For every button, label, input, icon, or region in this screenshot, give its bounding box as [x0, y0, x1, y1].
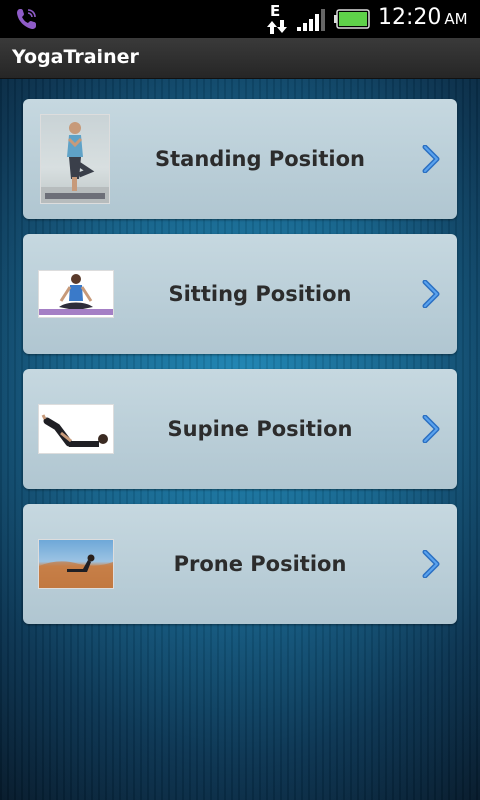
data-arrows-icon: [267, 20, 287, 34]
sitting-position-thumbnail: [38, 270, 114, 318]
action-bar: YogaTrainer: [0, 38, 480, 79]
clock-time: 12:20: [378, 5, 442, 30]
supine-pose-figure: [41, 414, 108, 447]
supine-position-item[interactable]: Supine Position: [23, 369, 457, 489]
chevron-right-icon: [422, 415, 440, 443]
prone-position-thumbnail: [38, 539, 114, 589]
supine-position-thumbnail: [38, 404, 114, 454]
data-network-icon: E: [264, 2, 290, 36]
network-type-label: E: [270, 2, 281, 20]
viber-icon: [17, 9, 36, 29]
signal-strength-icon: [297, 9, 325, 31]
sitting-position-item[interactable]: Sitting Position: [23, 234, 457, 354]
chevron-right-icon: [422, 145, 440, 173]
standing-position-item[interactable]: Standing Position: [23, 99, 457, 219]
supine-position-label: Supine Position: [167, 417, 353, 441]
prone-pose-figure: [39, 554, 113, 588]
status-bar: E 12:20 AM: [0, 0, 480, 38]
sitting-position-label: Sitting Position: [168, 282, 352, 306]
clock-ampm: AM: [444, 10, 468, 28]
sitting-pose-figure: [39, 274, 113, 315]
standing-position-label: Standing Position: [155, 147, 365, 171]
standing-pose-figure: [41, 122, 109, 203]
chevron-right-icon: [422, 550, 440, 578]
standing-position-thumbnail: [40, 114, 110, 204]
clock: 12:20 AM: [378, 5, 468, 30]
content-area: Standing Position Sitting Position Supin…: [0, 79, 480, 800]
prone-position-item[interactable]: Prone Position: [23, 504, 457, 624]
screen: E 12:20 AM YogaTrainer Standing Position…: [0, 0, 480, 800]
battery-icon: [334, 9, 370, 29]
app-title: YogaTrainer: [12, 46, 139, 68]
chevron-right-icon: [422, 280, 440, 308]
prone-position-label: Prone Position: [173, 552, 347, 576]
